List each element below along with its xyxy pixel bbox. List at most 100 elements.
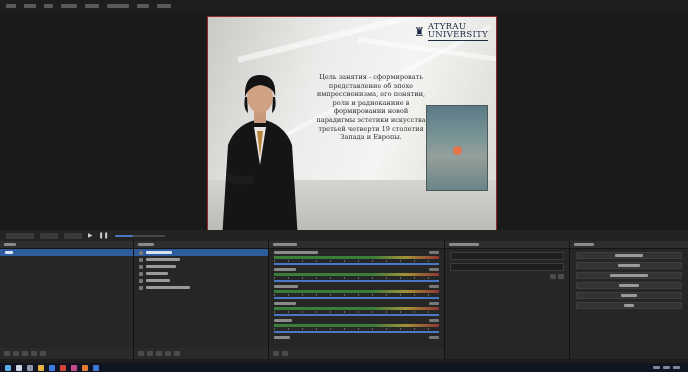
sources-dock bbox=[134, 241, 268, 359]
audio-volume-slider[interactable] bbox=[274, 263, 439, 265]
menu-docks[interactable] bbox=[61, 4, 77, 8]
audio-track bbox=[269, 300, 444, 317]
explorer-icon[interactable] bbox=[38, 364, 44, 371]
audio-mixer-footer bbox=[269, 348, 444, 359]
audio-track bbox=[269, 334, 444, 344]
audio-meter-ticks bbox=[274, 260, 439, 262]
menu-scene-collection[interactable] bbox=[107, 4, 129, 8]
audio-track bbox=[269, 283, 444, 300]
preview-frame[interactable]: ♜ ATYRAU UNIVERSITY Цель занятия - сформ… bbox=[207, 16, 497, 239]
controls-dock bbox=[570, 241, 688, 359]
start-recording-label bbox=[618, 264, 640, 267]
dock-area bbox=[0, 241, 688, 359]
source-type-icon bbox=[139, 257, 143, 262]
play-icon[interactable]: ▶ bbox=[88, 232, 93, 239]
task-view-icon[interactable] bbox=[27, 364, 33, 371]
source-move-up-button[interactable] bbox=[165, 351, 171, 356]
audio-volume-slider[interactable] bbox=[274, 297, 439, 299]
university-seal-icon: ♜ bbox=[413, 25, 425, 39]
pause-icon[interactable]: ❚❚ bbox=[99, 232, 109, 239]
system-tray bbox=[653, 366, 683, 369]
exit-label bbox=[624, 304, 634, 307]
menu-file[interactable] bbox=[6, 4, 16, 8]
menu-tools[interactable] bbox=[137, 4, 149, 8]
settings-label bbox=[621, 294, 637, 297]
menu-edit[interactable] bbox=[24, 4, 36, 8]
audio-track-label bbox=[274, 336, 290, 339]
remove-scene-button[interactable] bbox=[13, 351, 19, 356]
app-icon[interactable] bbox=[71, 364, 77, 371]
audio-track-label bbox=[274, 319, 292, 322]
transitions-dock-title bbox=[449, 243, 479, 246]
audio-track-db bbox=[429, 285, 439, 288]
scene-item[interactable] bbox=[0, 249, 133, 256]
audio-track-label bbox=[274, 251, 318, 254]
source-type-icon bbox=[139, 285, 143, 290]
audio-track bbox=[269, 266, 444, 283]
source-item[interactable] bbox=[134, 277, 268, 284]
start-icon[interactable] bbox=[5, 364, 11, 371]
network-icon[interactable] bbox=[653, 366, 660, 369]
audio-volume-slider[interactable] bbox=[274, 280, 439, 282]
transition-buttons bbox=[450, 274, 564, 279]
audio-mixer-dock-title bbox=[273, 243, 297, 246]
studio-mode-button[interactable] bbox=[576, 282, 682, 289]
presenter-figure bbox=[222, 75, 298, 238]
controls-dock-title bbox=[574, 243, 594, 246]
source-item[interactable] bbox=[134, 249, 268, 256]
browser-icon[interactable] bbox=[49, 364, 55, 371]
audio-track bbox=[269, 317, 444, 334]
app-icon[interactable] bbox=[82, 364, 88, 371]
mixer-menu-icon[interactable] bbox=[282, 351, 288, 356]
transition-type-select[interactable] bbox=[450, 252, 564, 260]
add-source-button[interactable] bbox=[138, 351, 144, 356]
audio-track-db bbox=[429, 268, 439, 271]
volume-icon[interactable] bbox=[663, 366, 670, 369]
record-button[interactable] bbox=[40, 232, 58, 239]
audio-level-meter bbox=[274, 273, 439, 276]
source-item[interactable] bbox=[134, 263, 268, 270]
scene-move-up-button[interactable] bbox=[31, 351, 37, 356]
virtual-camera-button[interactable] bbox=[64, 232, 82, 239]
audio-meter-ticks bbox=[274, 294, 439, 296]
source-item[interactable] bbox=[134, 270, 268, 277]
mixer-gear-icon[interactable] bbox=[273, 351, 279, 356]
start-streaming-button[interactable] bbox=[6, 232, 34, 239]
search-icon[interactable] bbox=[16, 364, 22, 371]
start-streaming-control-label bbox=[615, 254, 643, 257]
language-indicator[interactable] bbox=[673, 366, 680, 369]
scene-transitions-dock bbox=[445, 241, 569, 359]
transition-duration-field[interactable] bbox=[450, 263, 564, 271]
source-item[interactable] bbox=[134, 256, 268, 263]
transition-menu-button[interactable] bbox=[558, 274, 564, 279]
scenes-dock-header bbox=[0, 241, 133, 249]
scene-filters-button[interactable] bbox=[22, 351, 28, 356]
logo-wordmark: ATYRAU UNIVERSITY bbox=[427, 23, 488, 41]
source-type-icon bbox=[139, 278, 143, 283]
menu-view[interactable] bbox=[44, 4, 53, 8]
menu-help[interactable] bbox=[157, 4, 171, 8]
app-icon[interactable] bbox=[60, 364, 66, 371]
painting-image bbox=[426, 105, 488, 191]
start-recording-button[interactable] bbox=[576, 262, 682, 269]
virtual-camera-control-button[interactable] bbox=[576, 272, 682, 279]
add-transition-button[interactable] bbox=[550, 274, 556, 279]
source-properties-button[interactable] bbox=[156, 351, 162, 356]
source-move-down-button[interactable] bbox=[174, 351, 180, 356]
stream-level-slider[interactable] bbox=[114, 234, 165, 237]
menu-profile[interactable] bbox=[85, 4, 99, 8]
audio-volume-slider[interactable] bbox=[274, 314, 439, 316]
start-streaming-control-button[interactable] bbox=[576, 252, 682, 259]
remove-source-button[interactable] bbox=[147, 351, 153, 356]
audio-volume-slider[interactable] bbox=[274, 331, 439, 333]
audio-meter-ticks bbox=[274, 328, 439, 330]
exit-button[interactable] bbox=[576, 302, 682, 309]
scene-move-down-button[interactable] bbox=[40, 351, 46, 356]
add-scene-button[interactable] bbox=[4, 351, 10, 356]
source-item[interactable] bbox=[134, 284, 268, 291]
sources-dock-title bbox=[138, 243, 154, 246]
app-icon[interactable] bbox=[93, 364, 99, 371]
settings-button[interactable] bbox=[576, 292, 682, 299]
audio-track-db bbox=[429, 251, 439, 254]
source-item-label bbox=[146, 279, 170, 282]
